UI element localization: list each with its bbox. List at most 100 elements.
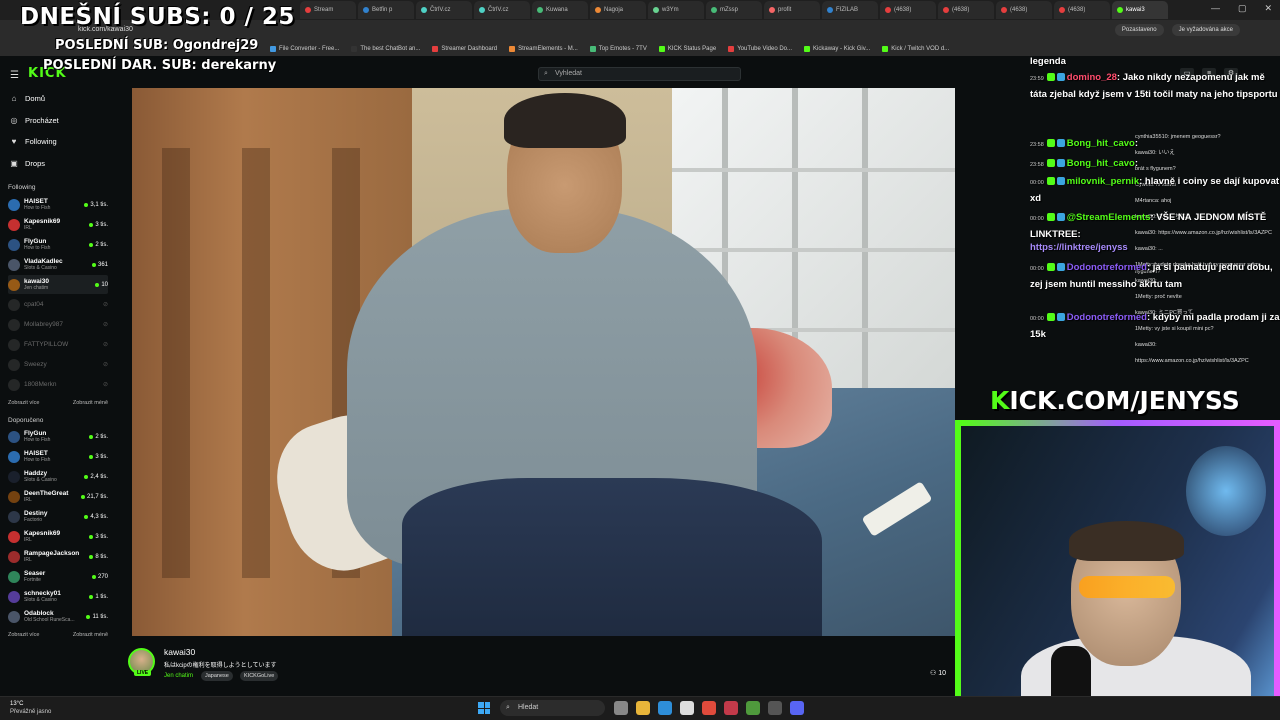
viewer-count: 3 tis.	[89, 454, 108, 460]
maximize-icon[interactable]: ▢	[1238, 3, 1247, 14]
app-icon[interactable]	[724, 701, 738, 715]
task-view-icon[interactable]	[614, 701, 628, 715]
browser-tab[interactable]: Betfin p	[358, 1, 414, 19]
browser-tab[interactable]: profit	[764, 1, 820, 19]
sidebar-channel-kapesnik69[interactable]: Kapesnik69 IRL 3 tis.	[8, 215, 108, 234]
video-player[interactable]	[132, 88, 955, 636]
sidebar-channel-destiny[interactable]: Destiny Factorio 4,3 tis.	[8, 507, 108, 526]
show-less-button[interactable]: Zobrazit méně	[73, 400, 108, 406]
sidebar-channel-haiset[interactable]: HAISET How to Fish 3 tis.	[8, 447, 108, 466]
browser-tab[interactable]: mZssp	[706, 1, 762, 19]
recommended-show-less-button[interactable]: Zobrazit méně	[73, 632, 108, 638]
sidebar-channel-haiset[interactable]: HAISET How to Fish 3,1 tis.	[8, 195, 108, 214]
bookmark[interactable]: File Converter - Free...	[270, 46, 339, 52]
nav-following[interactable]: ♥ Following	[10, 137, 57, 146]
video-scene-person-hair	[504, 93, 626, 148]
sidebar-channel-kapesnik69[interactable]: Kapesnik69 IRL 3 tis.	[8, 527, 108, 546]
profile-button[interactable]: Pozastaveno	[1114, 24, 1164, 36]
stream-title: 私はkcipの権利を取得しようとしています	[164, 663, 277, 669]
viewer-count: 2 tis.	[89, 242, 108, 248]
nav-home[interactable]: ⌂ Domů	[10, 94, 45, 103]
live-dot-icon	[86, 614, 91, 619]
sidebar-channel-offline[interactable]: 1808Merkn ⊘	[8, 375, 108, 394]
app-icon[interactable]	[746, 701, 760, 715]
chat-username[interactable]: Dodonotreformed	[1067, 262, 1147, 273]
chat-username[interactable]: @StreamElements	[1067, 212, 1151, 223]
minimize-icon[interactable]: —	[1211, 3, 1220, 14]
bookmark[interactable]: Top Emotes - 7TV	[589, 46, 647, 52]
sidebar-channel-flygun[interactable]: FlyGun How to Fish 2 tis.	[8, 235, 108, 254]
viewer-count: ⚇ 10	[930, 669, 946, 677]
sidebar-channel-haddzy[interactable]: Haddzy Slots & Casino 2,4 tis.	[8, 467, 108, 486]
taskbar-search[interactable]: ⌕ Hledat	[500, 700, 605, 716]
live-dot-icon	[89, 534, 94, 539]
nav-drops[interactable]: ▣ Drops	[10, 159, 45, 168]
sidebar-channel-flygun[interactable]: FlyGun How to Fish 2 tis.	[8, 427, 108, 446]
browser-tab[interactable]: Stream	[300, 1, 356, 19]
browser-tab[interactable]: (4638)	[996, 1, 1052, 19]
sidebar-channel-offline[interactable]: cpat04 ⊘	[8, 295, 108, 314]
browser-tab[interactable]: FIZILAB	[822, 1, 878, 19]
sub-badge-icon	[1046, 73, 1055, 82]
sidebar-channel-vladakadlec[interactable]: VladaKadlec Slots & Casino 361	[8, 255, 108, 274]
bookmark[interactable]: Streamer Dashboard	[432, 46, 497, 52]
close-icon[interactable]: ✕	[1264, 3, 1272, 14]
nav-browse[interactable]: ◎ Procházet	[10, 116, 59, 125]
channel-name: Haddzy	[24, 470, 48, 477]
store-icon[interactable]	[680, 701, 694, 715]
viewer-count: 8 tis.	[89, 554, 108, 560]
channel-name: Seaser	[24, 570, 46, 577]
browser-tab[interactable]: (4638)	[880, 1, 936, 19]
bookmark[interactable]: StreamElements - M...	[509, 46, 578, 52]
browser-tab[interactable]: Kuwana	[532, 1, 588, 19]
hamburger-menu-icon[interactable]: ☰	[10, 70, 19, 81]
channel-name[interactable]: kawai30	[164, 647, 195, 657]
browser-tab[interactable]: ČtrlV.cz	[474, 1, 530, 19]
show-more-button[interactable]: Zobrazit více	[8, 400, 39, 406]
sidebar-channel-offline[interactable]: FATTYPILLOW ⊘	[8, 335, 108, 354]
chat-message: 23:59 domino_28: Jako nikdy nezapomenu ja…	[1030, 70, 1280, 102]
browser-tab[interactable]: kawai3	[1112, 1, 1168, 19]
action-required-button[interactable]: Je vyžadována akce	[1171, 24, 1240, 36]
sidebar-channel-kawai30[interactable]: kawai30 Jen chatim 10	[8, 275, 108, 294]
windows-start-icon[interactable]	[478, 702, 490, 714]
sidebar-channel-schnecky01[interactable]: schnecky01 Slots & Casino 1 tis.	[8, 587, 108, 606]
tag-kickgolive[interactable]: KICKGoLive	[240, 671, 279, 681]
stream-category[interactable]: Jen chatim	[164, 673, 193, 679]
channel-text: Mollabrey987	[24, 321, 103, 328]
sidebar-channel-odablock[interactable]: Odablock Old School RuneSca... 11 tis.	[8, 607, 108, 626]
sidebar-channel-offline[interactable]: Mollabrey987 ⊘	[8, 315, 108, 334]
discord-icon[interactable]	[790, 701, 804, 715]
channel-category: IRL	[24, 225, 32, 231]
file-explorer-icon[interactable]	[636, 701, 650, 715]
chat-username[interactable]: milovnik_pernik	[1067, 176, 1139, 187]
chat-message-small: kawai30:	[1135, 342, 1157, 348]
mod-badge-icon	[1056, 313, 1065, 322]
sidebar-channel-offline[interactable]: Sweezy ⊘	[8, 355, 108, 374]
browser-tab[interactable]: ČtrlV.cz	[416, 1, 472, 19]
tag-japanese[interactable]: Japanese	[201, 671, 233, 681]
chat-username[interactable]: Bong_hit_cavo	[1067, 158, 1135, 169]
bookmark[interactable]: KICK Status Page	[658, 46, 716, 52]
channel-text: schnecky01 Slots & Casino	[24, 590, 89, 603]
bookmark[interactable]: The best ChatBot an...	[351, 46, 420, 52]
search-input[interactable]: ⌕ Vyhledat	[538, 67, 741, 81]
bookmark[interactable]: YouTube Video Do...	[728, 46, 792, 52]
chat-username[interactable]: domino_28	[1067, 72, 1117, 83]
browser-tab[interactable]: w3Ym	[648, 1, 704, 19]
browser-tab[interactable]: (4638)	[938, 1, 994, 19]
recommended-show-more-button[interactable]: Zobrazit více	[8, 632, 39, 638]
chrome-icon[interactable]	[702, 701, 716, 715]
bookmark[interactable]: Kickaway - Kick Giv...	[804, 46, 870, 52]
bookmark[interactable]: Kick / Twitch VOD d...	[882, 46, 949, 52]
sidebar-channel-rampagejackson[interactable]: RampageJackson IRL 8 tis.	[8, 547, 108, 566]
browser-tab[interactable]: (4638)	[1054, 1, 1110, 19]
weather-widget[interactable]: 13°C Převážně jasno	[10, 700, 51, 716]
chat-username[interactable]: Bong_hit_cavo	[1067, 138, 1135, 149]
sidebar-channel-deenthegreat[interactable]: DeenTheGreat IRL 21,7 tis.	[8, 487, 108, 506]
edge-icon[interactable]	[658, 701, 672, 715]
browser-tab[interactable]: Nagoja	[590, 1, 646, 19]
obs-icon[interactable]	[768, 701, 782, 715]
sidebar-channel-seaser[interactable]: Seaser Fortnite 270	[8, 567, 108, 586]
chat-username[interactable]: Dodonotreformed	[1067, 312, 1147, 323]
